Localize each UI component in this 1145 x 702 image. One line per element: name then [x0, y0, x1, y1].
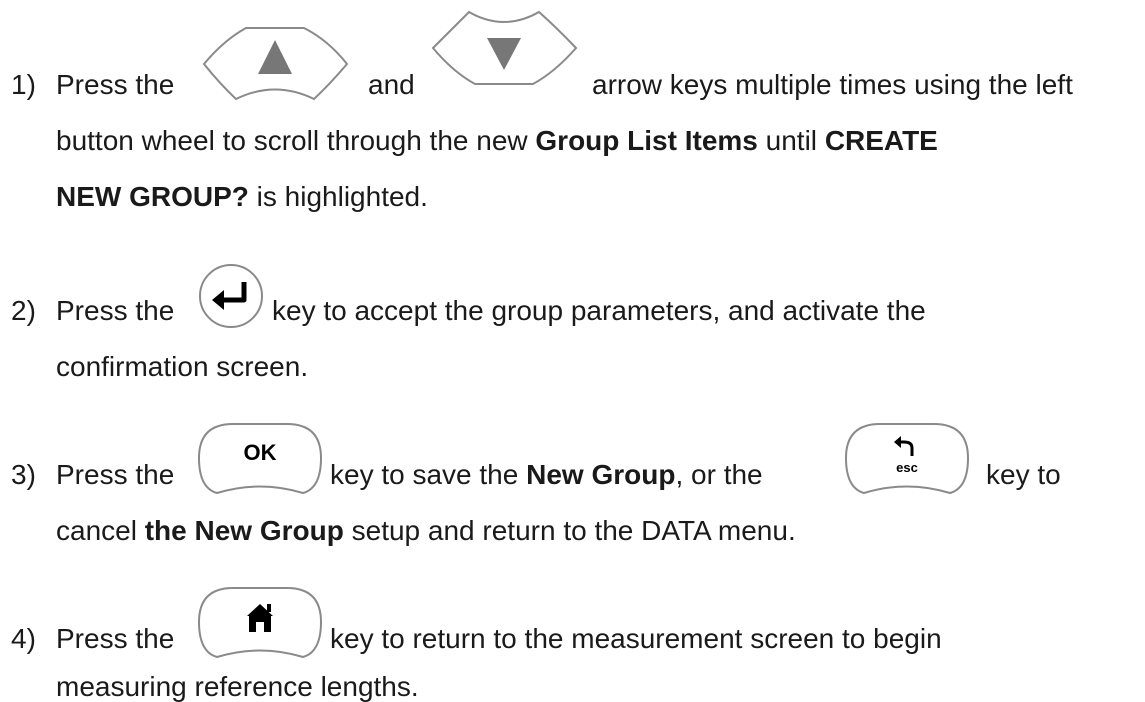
esc-key-icon: esc [840, 418, 974, 498]
step-4-line-1: 4) Press the [11, 622, 174, 656]
step-1-bold-group-list-items: Group List Items [535, 125, 758, 156]
step-1-line-2: button wheel to scroll through the new G… [56, 124, 938, 158]
step-4-number: 4) [11, 623, 36, 654]
ok-key-icon: OK [193, 418, 327, 498]
step-3-line-1-rest: key to save the New Group, or the [330, 458, 763, 492]
step-1-bold-create: CREATE [824, 125, 938, 156]
step-1-bold-new-group: NEW GROUP? [56, 181, 249, 212]
step-3-bold-the-new-group: the New Group [144, 515, 344, 546]
enter-key-icon [196, 262, 266, 330]
step-3-text-pre: Press the [56, 459, 175, 490]
step-1-line-2-pre: button wheel to scroll through the new [56, 125, 536, 156]
step-1-line-3-post: is highlighted. [248, 181, 428, 212]
ok-key-label: OK [244, 440, 277, 465]
instruction-document: 1) Press the and arrow keys multiple tim… [0, 0, 1145, 702]
step-3-line-1: 3) Press the [11, 458, 174, 492]
step-2-number: 2) [11, 295, 36, 326]
step-1-number: 1) [11, 69, 36, 100]
step-2-line-2: confirmation screen. [56, 351, 309, 382]
step-4-text-post: key to return to the measurement screen … [330, 623, 942, 654]
step-2-text-post: key to accept the group parameters, and … [272, 295, 926, 326]
step-3-line-2-post: setup and return to the DATA menu. [343, 515, 796, 546]
step-1-line-1: 1) Press the [11, 68, 174, 102]
step-1-line-2-mid: until [757, 125, 825, 156]
step-4-text-pre: Press the [56, 623, 175, 654]
down-arrow-key-icon [425, 8, 583, 90]
step-2-line-1: 2) Press the [11, 294, 174, 328]
step-3-text-mid1: key to save the [330, 459, 527, 490]
esc-key-label: esc [896, 460, 918, 475]
home-key-icon [193, 582, 327, 662]
step-4-line-2: measuring reference lengths. [56, 671, 419, 702]
up-arrow-key-icon [196, 22, 354, 104]
step-2-text-pre: Press the [56, 295, 175, 326]
step-3-text-post: key to [986, 459, 1061, 490]
step-1-text-pre: Press the [56, 69, 175, 100]
step-3-line-2-pre: cancel [56, 515, 145, 546]
step-1-and: and [368, 69, 415, 100]
step-3-text-mid2: , or the [675, 459, 763, 490]
step-3-bold-new-group: New Group [526, 459, 676, 490]
step-3-line-2: cancel the New Group setup and return to… [56, 514, 796, 548]
step-1-text-post: arrow keys multiple times using the left [592, 69, 1073, 100]
step-1-line-3: NEW GROUP? is highlighted. [56, 180, 428, 214]
step-3-number: 3) [11, 459, 36, 490]
